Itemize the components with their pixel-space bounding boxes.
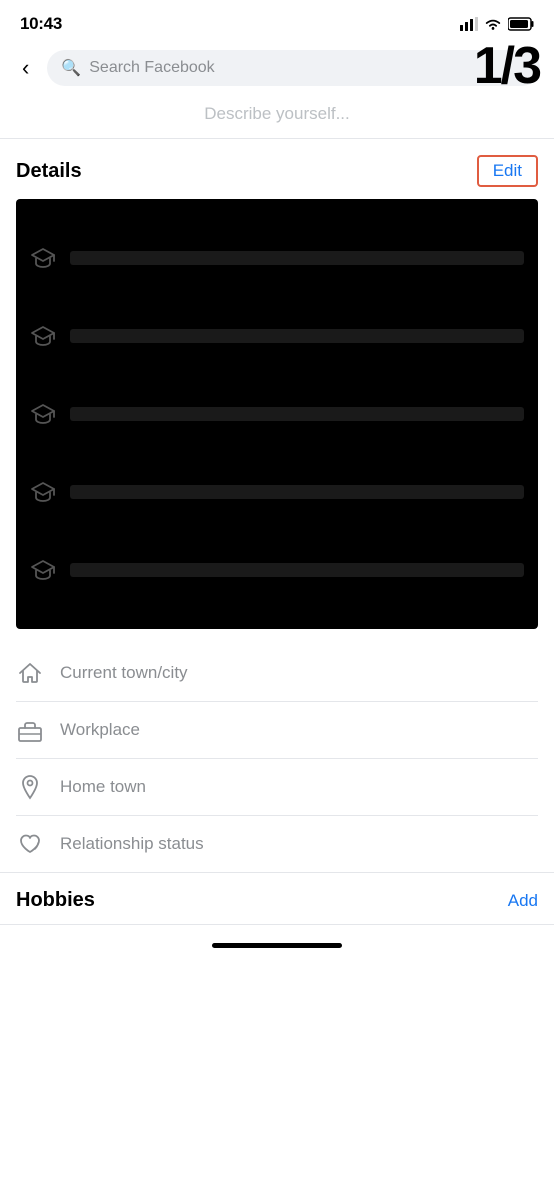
detail-item-workplace[interactable]: Workplace (16, 702, 538, 759)
hobbies-section: Hobbies Add (0, 872, 554, 924)
location-icon (16, 773, 44, 801)
wifi-icon (484, 17, 502, 31)
edu-row-4 (30, 481, 524, 503)
workplace-icon (16, 716, 44, 744)
home-bar (212, 943, 342, 948)
education-icon-4 (30, 481, 56, 503)
education-area (16, 199, 538, 629)
home-indicator (0, 925, 554, 958)
education-icon-1 (30, 247, 56, 269)
search-bar[interactable]: 🔍 Search Facebook (47, 50, 540, 86)
home-icon (16, 659, 44, 687)
page-counter: 1/3 (474, 40, 540, 92)
header: ‹ 🔍 Search Facebook 1/3 (0, 44, 554, 96)
edu-row-2 (30, 325, 524, 347)
current-town-label: Current town/city (60, 663, 188, 683)
edu-row-5 (30, 559, 524, 581)
education-icon-5 (30, 559, 56, 581)
edit-button[interactable]: Edit (477, 155, 538, 187)
education-icon-2 (30, 325, 56, 347)
education-icon-3 (30, 403, 56, 425)
search-icon: 🔍 (61, 58, 81, 78)
hobbies-title: Hobbies (16, 889, 95, 912)
relationship-label: Relationship status (60, 834, 204, 854)
detail-item-hometown[interactable]: Home town (16, 759, 538, 816)
describe-placeholder: Describe yourself... (204, 104, 350, 123)
status-bar: 10:43 (0, 0, 554, 44)
back-button[interactable]: ‹ (14, 51, 37, 85)
describe-section[interactable]: Describe yourself... (0, 96, 554, 139)
details-title: Details (16, 160, 82, 183)
hometown-label: Home town (60, 777, 146, 797)
search-input: Search Facebook (89, 59, 214, 77)
edu-row-1 (30, 247, 524, 269)
detail-item-current-town[interactable]: Current town/city (16, 645, 538, 702)
edu-row-3 (30, 403, 524, 425)
detail-item-relationship[interactable]: Relationship status (16, 816, 538, 872)
status-time: 10:43 (20, 14, 62, 34)
detail-list: Current town/city Workplace Home town (0, 629, 554, 872)
battery-icon (508, 17, 534, 31)
add-hobbies-button[interactable]: Add (508, 891, 538, 911)
workplace-label: Workplace (60, 720, 140, 740)
relationship-icon (16, 830, 44, 858)
details-section-header: Details Edit (0, 139, 554, 199)
signal-icon (460, 17, 478, 31)
status-icons (460, 17, 534, 31)
